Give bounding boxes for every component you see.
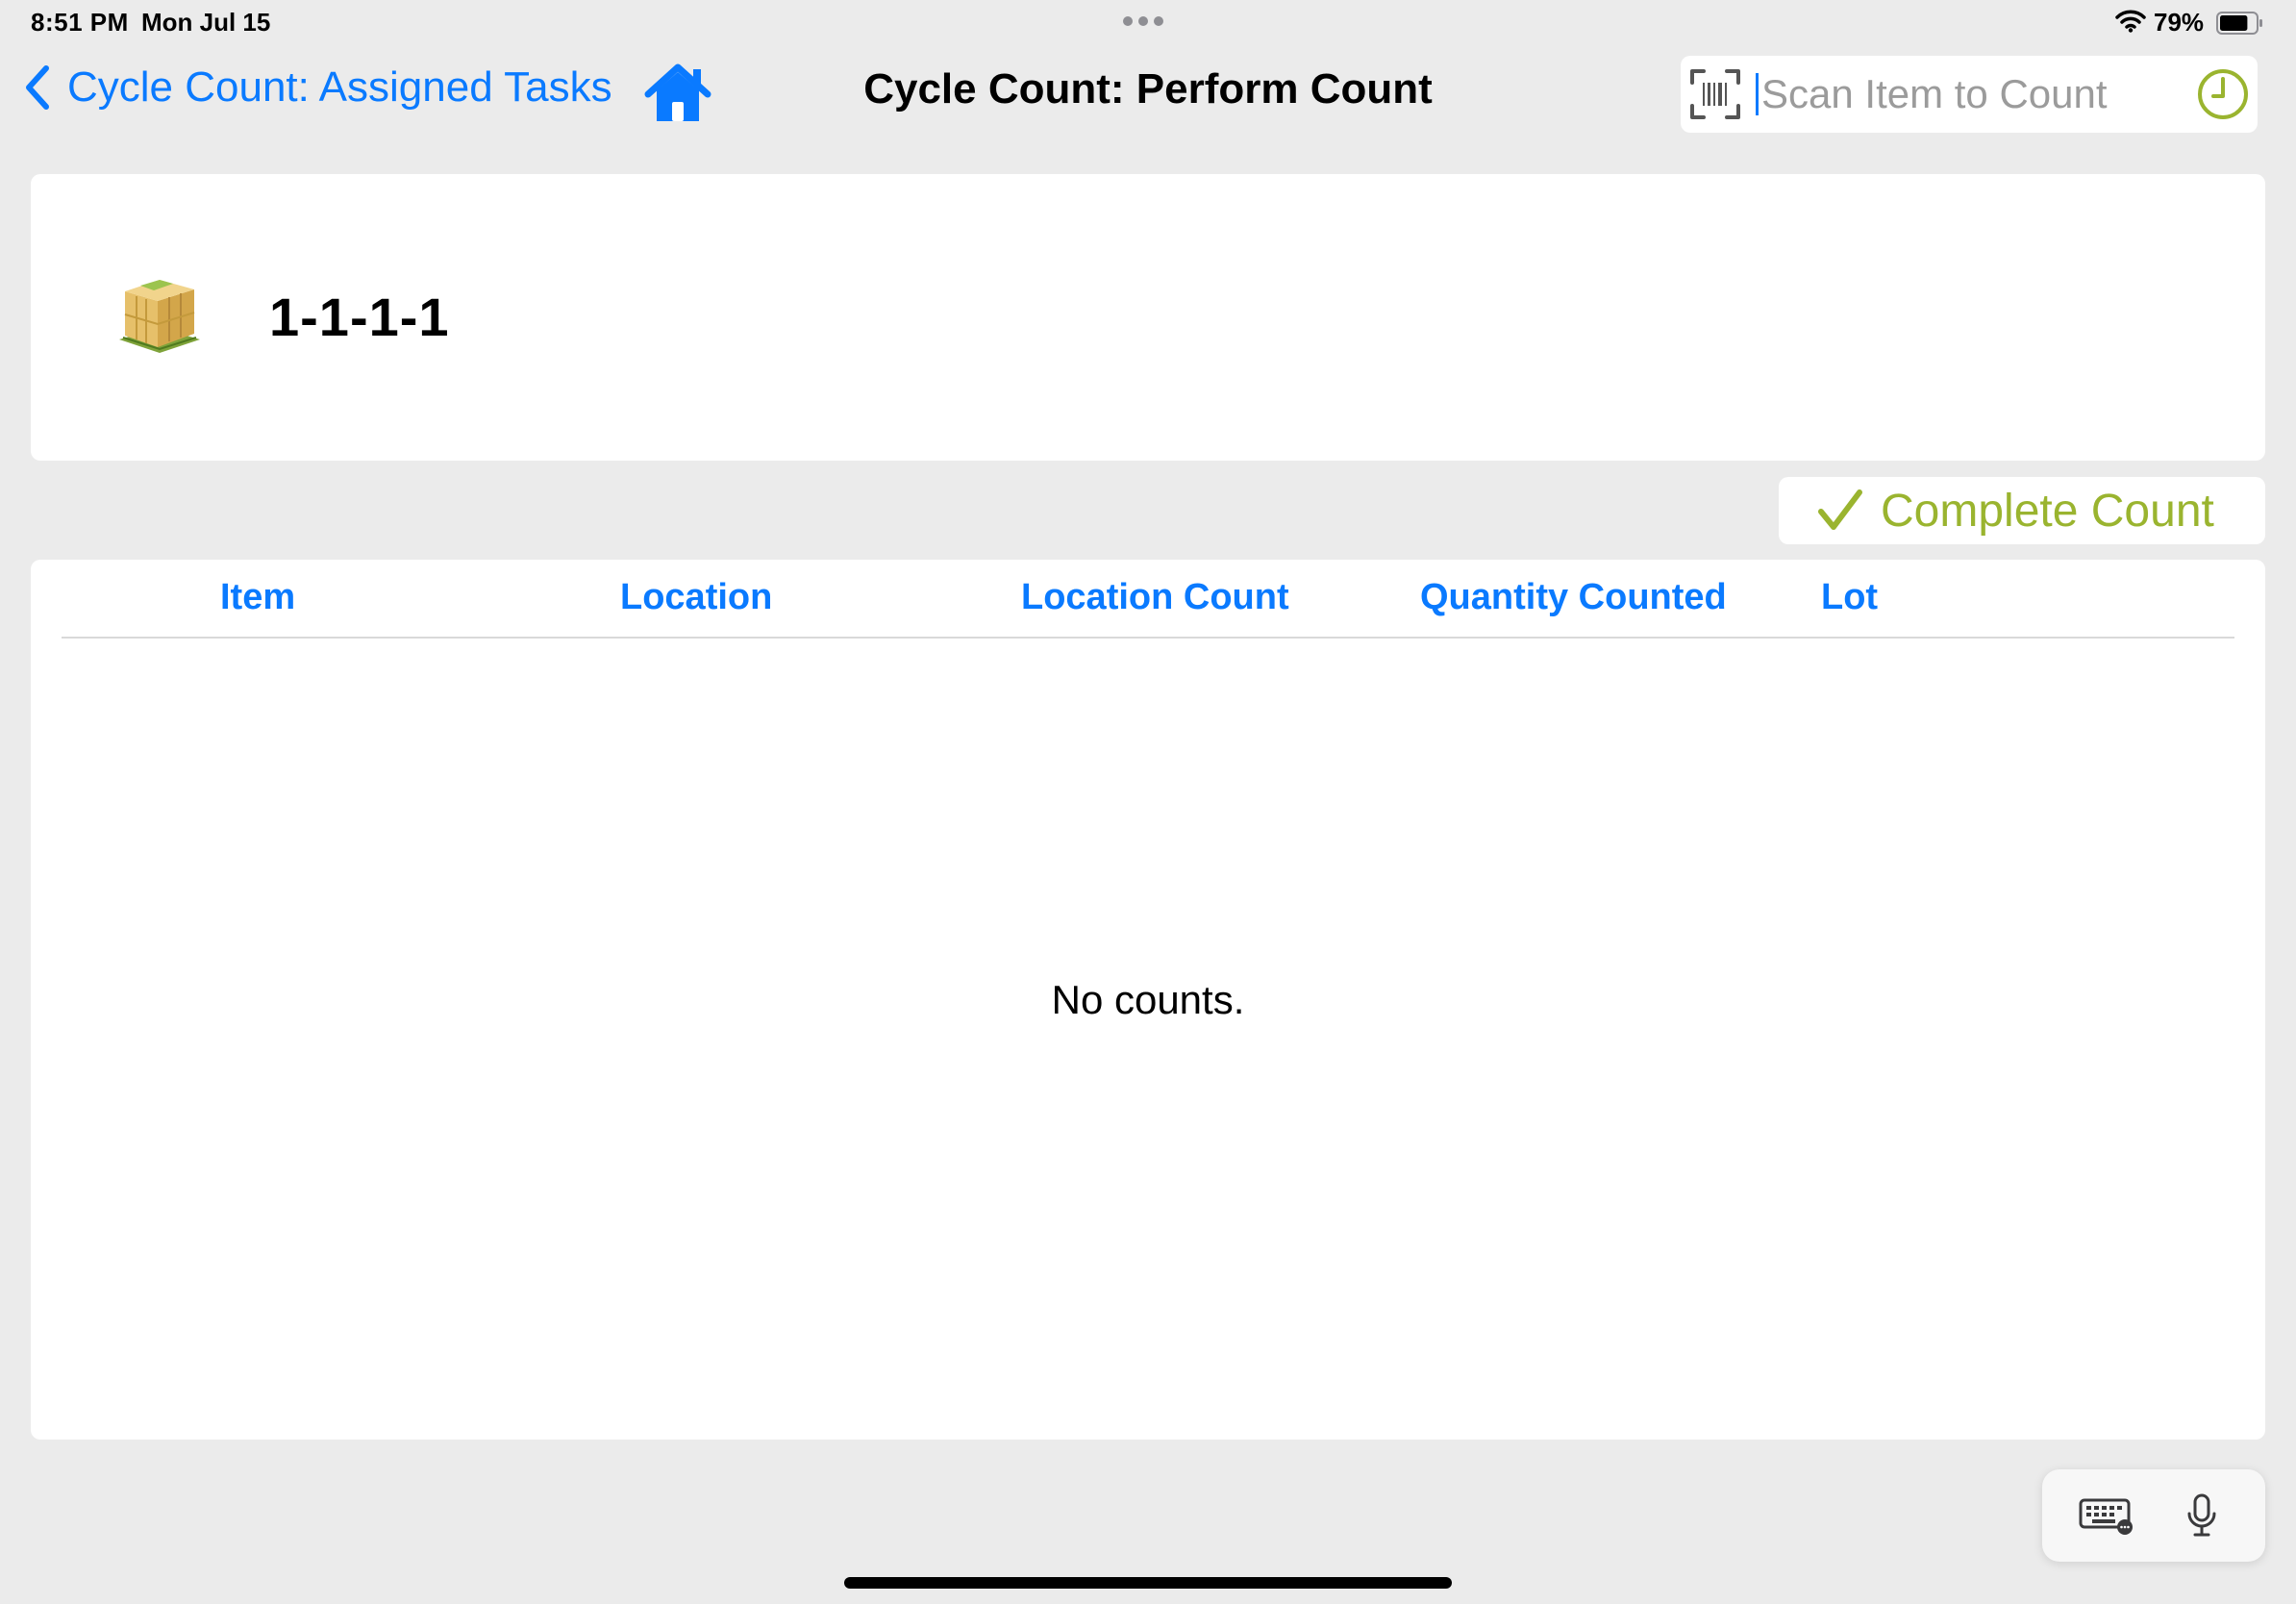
table-header: Item Location Location Count Quantity Co… [62, 560, 2234, 639]
status-time: 8:51 PM [31, 8, 129, 37]
back-button[interactable]: Cycle Count: Assigned Tasks [23, 63, 612, 112]
multitasking-menu[interactable] [1123, 16, 1163, 26]
location-card: 1-1-1-1 [31, 174, 2265, 461]
keyboard-shortcut-bar [2042, 1469, 2265, 1562]
battery-percentage: 79% [2154, 8, 2205, 37]
warehouse-box-icon [113, 272, 206, 362]
battery-icon [2216, 12, 2264, 39]
column-header-location[interactable]: Location [620, 577, 772, 618]
scan-item-field[interactable] [1681, 56, 2258, 133]
clock-icon[interactable] [2196, 67, 2250, 126]
counts-table: Item Location Location Count Quantity Co… [31, 560, 2265, 1440]
column-header-quantity-counted[interactable]: Quantity Counted [1420, 577, 1727, 618]
home-indicator[interactable] [844, 1577, 1452, 1589]
back-button-label: Cycle Count: Assigned Tasks [67, 63, 612, 111]
scan-item-input[interactable] [1761, 65, 2165, 123]
status-date: Mon Jul 15 [141, 8, 271, 37]
wifi-icon [2115, 10, 2146, 38]
empty-state-message: No counts. [1051, 977, 1245, 1022]
column-header-location-count[interactable]: Location Count [1021, 577, 1289, 618]
column-header-item[interactable]: Item [220, 577, 295, 618]
location-code: 1-1-1-1 [269, 287, 450, 347]
complete-count-button[interactable]: Complete Count [1779, 477, 2265, 544]
checkmark-icon [1818, 489, 1862, 530]
home-icon[interactable] [642, 62, 713, 130]
keyboard-icon[interactable] [2079, 1496, 2134, 1540]
chevron-left-icon [26, 65, 49, 110]
microphone-icon[interactable] [2184, 1492, 2219, 1543]
complete-count-label: Complete Count [1881, 485, 2214, 537]
column-header-lot[interactable]: Lot [1821, 577, 1878, 618]
text-cursor [1756, 73, 1759, 115]
barcode-scan-icon[interactable] [1688, 67, 1742, 126]
